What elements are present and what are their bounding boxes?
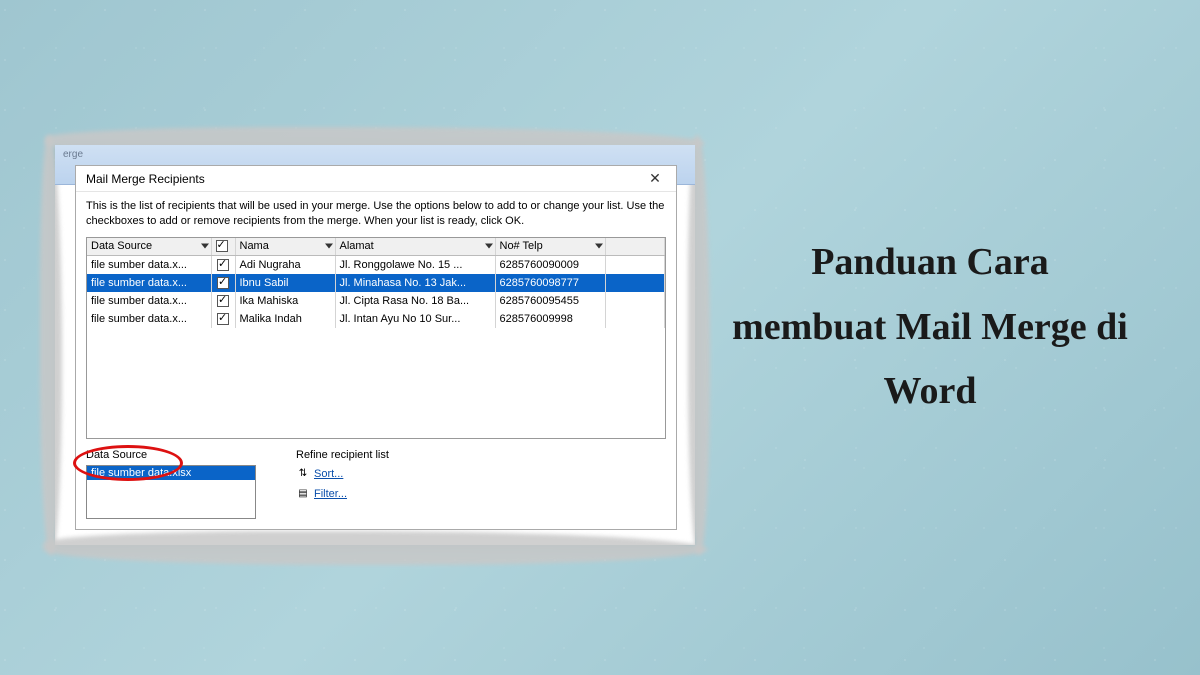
cell-blank bbox=[605, 256, 665, 274]
brush-stroke bbox=[688, 135, 710, 555]
data-source-section: Data Source file sumber data.xlsx bbox=[86, 449, 256, 519]
cell-data-source: file sumber data.x... bbox=[87, 292, 211, 310]
screenshot-frame: erge Mail Merge Recipients ✕ This is the… bbox=[55, 145, 695, 545]
chevron-down-icon[interactable] bbox=[325, 244, 333, 249]
grid-empty-area bbox=[87, 328, 665, 438]
table-row[interactable]: file sumber data.x... Ika MahiskaJl. Cipt… bbox=[87, 292, 665, 310]
col-header-telp[interactable]: No# Telp bbox=[495, 238, 605, 256]
cell-telp: 628576009998 bbox=[495, 310, 605, 328]
cell-blank bbox=[605, 274, 665, 292]
col-header-blank bbox=[605, 238, 665, 256]
cell-checkbox[interactable] bbox=[211, 256, 235, 274]
col-header-alamat[interactable]: Alamat bbox=[335, 238, 495, 256]
cell-nama: Adi Nugraha bbox=[235, 256, 335, 274]
cell-alamat: Jl. Intan Ayu No 10 Sur... bbox=[335, 310, 495, 328]
cell-checkbox[interactable] bbox=[211, 274, 235, 292]
cell-telp: 6285760098777 bbox=[495, 274, 605, 292]
col-header-label: Data Source bbox=[91, 240, 152, 252]
filter-icon: ▤ bbox=[296, 487, 310, 501]
cell-data-source: file sumber data.x... bbox=[87, 256, 211, 274]
data-source-file-item[interactable]: file sumber data.xlsx bbox=[87, 466, 255, 480]
grid-header-row: Data Source Nama Alamat No# Telp bbox=[87, 238, 665, 256]
cell-blank bbox=[605, 310, 665, 328]
row-checkbox[interactable] bbox=[217, 313, 229, 325]
close-icon: ✕ bbox=[649, 170, 661, 187]
cell-nama: Ibnu Sabil bbox=[235, 274, 335, 292]
col-header-data-source[interactable]: Data Source bbox=[87, 238, 211, 256]
select-all-checkbox[interactable] bbox=[216, 240, 228, 252]
chevron-down-icon[interactable] bbox=[595, 244, 603, 249]
cell-telp: 6285760090009 bbox=[495, 256, 605, 274]
cell-data-source: file sumber data.x... bbox=[87, 274, 211, 292]
sort-row: ⇅ Sort... bbox=[296, 465, 389, 483]
cell-data-source: file sumber data.x... bbox=[87, 310, 211, 328]
sort-icon: ⇅ bbox=[296, 467, 310, 481]
dialog-title: Mail Merge Recipients bbox=[86, 172, 205, 186]
table-row[interactable]: file sumber data.x... Adi NugrahaJl. Rong… bbox=[87, 256, 665, 274]
close-button[interactable]: ✕ bbox=[640, 168, 670, 190]
word-fragment: erge bbox=[63, 149, 83, 160]
cell-alamat: Jl. Minahasa No. 13 Jak... bbox=[335, 274, 495, 292]
data-source-label: Data Source bbox=[86, 449, 256, 461]
filter-row: ▤ Filter... bbox=[296, 485, 389, 503]
table-row[interactable]: file sumber data.x... Ibnu SabilJl. Minah… bbox=[87, 274, 665, 292]
row-checkbox[interactable] bbox=[217, 259, 229, 271]
chevron-down-icon[interactable] bbox=[485, 244, 493, 249]
refine-label: Refine recipient list bbox=[296, 449, 389, 461]
cell-nama: Ika Mahiska bbox=[235, 292, 335, 310]
cell-checkbox[interactable] bbox=[211, 292, 235, 310]
brush-stroke bbox=[40, 135, 62, 555]
cell-blank bbox=[605, 292, 665, 310]
col-header-label: Nama bbox=[240, 240, 269, 252]
row-checkbox[interactable] bbox=[217, 295, 229, 307]
chevron-down-icon[interactable] bbox=[201, 244, 209, 249]
filter-link[interactable]: Filter... bbox=[314, 488, 347, 500]
dialog-lower-panel: Data Source file sumber data.xlsx Refine… bbox=[76, 445, 676, 529]
row-checkbox[interactable] bbox=[217, 277, 229, 289]
page-title: Panduan Cara membuat Mail Merge di Word bbox=[730, 230, 1130, 424]
cell-checkbox[interactable] bbox=[211, 310, 235, 328]
cell-telp: 6285760095455 bbox=[495, 292, 605, 310]
cell-alamat: Jl. Cipta Rasa No. 18 Ba... bbox=[335, 292, 495, 310]
sort-link[interactable]: Sort... bbox=[314, 468, 343, 480]
cell-alamat: Jl. Ronggolawe No. 15 ... bbox=[335, 256, 495, 274]
dialog-titlebar[interactable]: Mail Merge Recipients ✕ bbox=[76, 166, 676, 192]
col-header-label: No# Telp bbox=[500, 240, 543, 252]
table-row[interactable]: file sumber data.x... Malika IndahJl. Int… bbox=[87, 310, 665, 328]
data-source-listbox[interactable]: file sumber data.xlsx bbox=[86, 465, 256, 519]
cell-nama: Malika Indah bbox=[235, 310, 335, 328]
mail-merge-recipients-dialog: Mail Merge Recipients ✕ This is the list… bbox=[75, 165, 677, 530]
col-header-nama[interactable]: Nama bbox=[235, 238, 335, 256]
recipients-grid[interactable]: Data Source Nama Alamat No# Telp file su… bbox=[86, 237, 666, 439]
brush-stroke bbox=[43, 531, 708, 565]
col-header-checkbox[interactable] bbox=[211, 238, 235, 256]
col-header-label: Alamat bbox=[340, 240, 374, 252]
refine-section: Refine recipient list ⇅ Sort... ▤ Filter… bbox=[296, 449, 389, 519]
dialog-instructions: This is the list of recipients that will… bbox=[76, 192, 676, 235]
